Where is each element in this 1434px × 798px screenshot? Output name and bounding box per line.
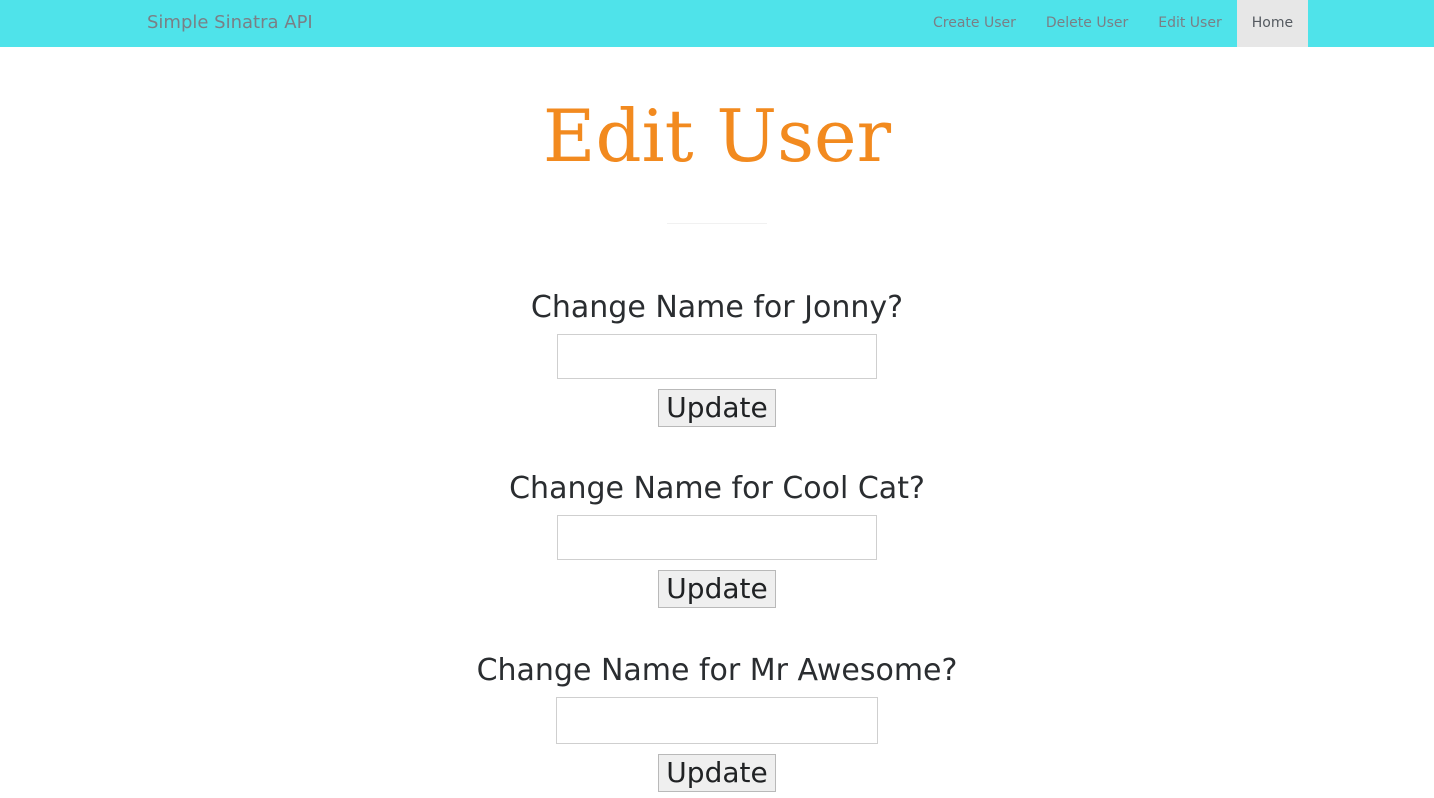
name-input-jonny[interactable] [557, 334, 877, 379]
nav-create-user[interactable]: Create User [918, 0, 1031, 47]
name-input-mr-awesome[interactable] [556, 697, 878, 744]
update-button-cool-cat[interactable]: Update [658, 570, 776, 608]
edit-user-form-cool-cat: Change Name for Cool Cat? Update [0, 469, 1434, 608]
edit-user-form-mr-awesome: Change Name for Mr Awesome? Update [0, 651, 1434, 792]
change-name-label-cool-cat: Change Name for Cool Cat? [509, 471, 925, 506]
change-name-label-mr-awesome: Change Name for Mr Awesome? [476, 653, 958, 688]
name-input-cool-cat[interactable] [557, 515, 877, 560]
top-navbar: Simple Sinatra API Create User Delete Us… [0, 0, 1434, 47]
nav-home[interactable]: Home [1236, 0, 1309, 47]
nav-menu: Create User Delete User Edit User Home [918, 0, 1309, 47]
update-button-mr-awesome[interactable]: Update [658, 754, 776, 792]
nav-edit-user[interactable]: Edit User [1143, 0, 1236, 47]
change-name-label-jonny: Change Name for Jonny? [530, 290, 904, 325]
brand-link[interactable]: Simple Sinatra API [147, 0, 313, 47]
nav-delete-user[interactable]: Delete User [1031, 0, 1143, 47]
update-button-jonny[interactable]: Update [658, 389, 776, 427]
edit-user-form-jonny: Change Name for Jonny? Update [0, 288, 1434, 427]
title-divider [667, 223, 767, 224]
page-title: Edit User [542, 94, 892, 178]
